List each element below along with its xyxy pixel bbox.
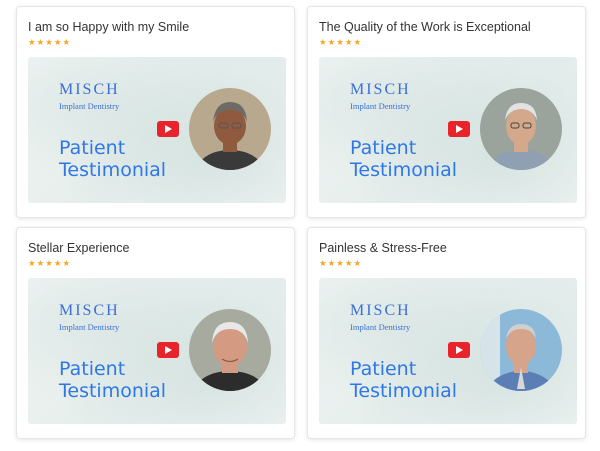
youtube-play-icon[interactable] [157,342,179,358]
video-thumbnail[interactable]: MISCH Implant Dentistry Patient Testimon… [319,278,577,424]
patient-photo-icon [480,88,562,170]
brand-subtitle: Implant Dentistry [59,101,120,111]
video-thumbnail[interactable]: MISCH Implant Dentistry Patient Testimon… [319,57,577,203]
headline-line-1: Patient [350,358,417,380]
headline-line-2: Testimonial [59,159,167,181]
star-rating: ★★★★★ [319,258,363,268]
testimonial-card: Painless & Stress-Free ★★★★★ MISCH Impla… [307,227,586,439]
video-headline: Patient Testimonial [350,358,457,402]
testimonial-grid: I am so Happy with my Smile ★★★★★ MISCH … [0,0,600,451]
brand-subtitle: Implant Dentistry [59,322,120,332]
brand-logo-text: MISCH [350,302,411,319]
patient-portrait [189,88,271,170]
patient-portrait [480,309,562,391]
headline-line-2: Testimonial [350,380,458,402]
star-rating: ★★★★★ [319,37,363,47]
patient-photo-icon [189,309,271,391]
headline-line-1: Patient [59,137,126,159]
patient-portrait [480,88,562,170]
testimonial-title: The Quality of the Work is Exceptional [319,20,531,34]
brand-logo-text: MISCH [59,81,120,98]
brand-subtitle: Implant Dentistry [350,322,411,332]
patient-photo-icon [189,88,271,170]
brand-subtitle: Implant Dentistry [350,101,411,111]
headline-line-2: Testimonial [59,380,167,402]
testimonial-title: Painless & Stress-Free [319,241,447,255]
testimonial-title: Stellar Experience [28,241,130,255]
star-rating: ★★★★★ [28,37,72,47]
testimonial-title: I am so Happy with my Smile [28,20,190,34]
video-thumbnail[interactable]: MISCH Implant Dentistry Patient Testimon… [28,278,286,424]
video-headline: Patient Testimonial [59,137,166,181]
patient-portrait [189,309,271,391]
brand-logo-text: MISCH [59,302,120,319]
headline-line-1: Patient [350,137,417,159]
youtube-play-icon[interactable] [448,121,470,137]
testimonial-card: Stellar Experience ★★★★★ MISCH Implant D… [16,227,295,439]
youtube-play-icon[interactable] [448,342,470,358]
testimonial-card: I am so Happy with my Smile ★★★★★ MISCH … [16,6,295,218]
testimonial-card: The Quality of the Work is Exceptional ★… [307,6,586,218]
brand-logo-text: MISCH [350,81,411,98]
video-headline: Patient Testimonial [59,358,166,402]
star-rating: ★★★★★ [28,258,72,268]
video-thumbnail[interactable]: MISCH Implant Dentistry Patient Testimon… [28,57,286,203]
youtube-play-icon[interactable] [157,121,179,137]
headline-line-1: Patient [59,358,126,380]
video-headline: Patient Testimonial [350,137,457,181]
headline-line-2: Testimonial [350,159,458,181]
patient-photo-icon [480,309,562,391]
